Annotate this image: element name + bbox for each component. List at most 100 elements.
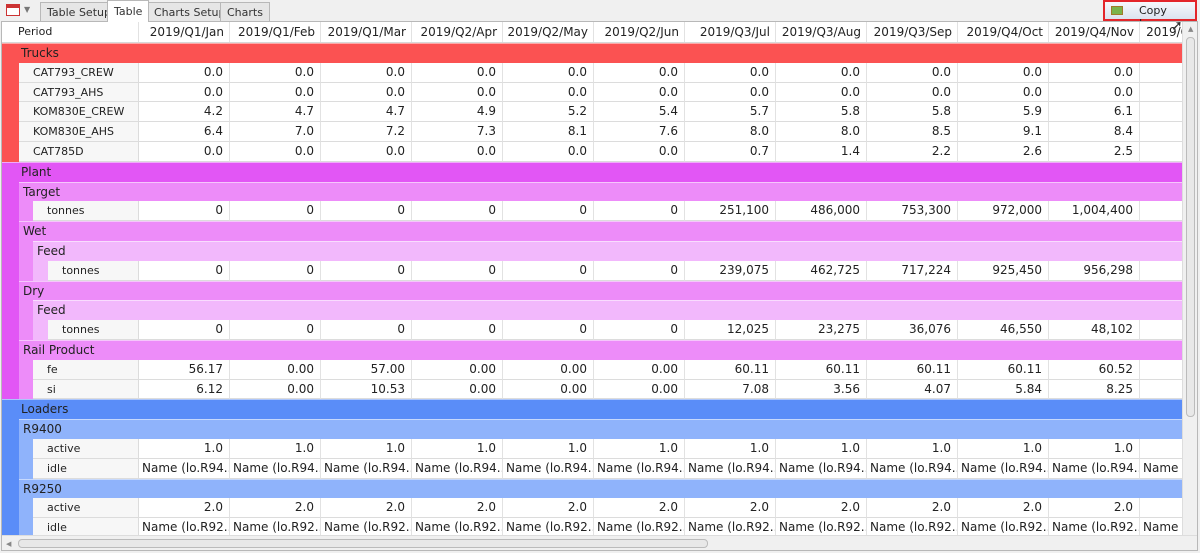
group-header-wet[interactable]: Wet [19,221,1182,241]
table-cell[interactable]: 0 [594,320,685,340]
table-cell[interactable]: 2.0 [685,498,776,519]
column-header[interactable]: 2019/Q4/Nov [1049,22,1140,42]
table-cell[interactable]: 0.0 [1049,82,1140,103]
vertical-scrollbar[interactable]: ▲ [1182,22,1197,535]
table-cell[interactable]: Name (lo.R94... [230,458,321,479]
table-cell[interactable]: 0.00 [503,379,594,400]
table-cell[interactable]: 0.0 [867,82,958,103]
table-cell[interactable]: 0 [230,260,321,281]
table-cell[interactable]: 2.0 [230,498,321,519]
table-cell[interactable]: 0.00 [503,359,594,380]
scroll-up-icon[interactable]: ▲ [1188,25,1193,33]
table-cell[interactable]: 753,300 [867,201,958,222]
group-header-feed[interactable]: Feed [33,300,1182,321]
table-cell[interactable]: 0.0 [958,82,1049,103]
table-cell[interactable]: 0 [503,320,594,340]
table-cell[interactable]: 1.0 [412,438,503,459]
table-cell[interactable]: 717,224 [867,260,958,281]
table-cell[interactable]: 2.0 [503,498,594,519]
table-cell[interactable]: 7.0 [230,122,321,142]
table-cell[interactable]: 0 [321,201,412,222]
table-cell[interactable]: 0 [594,260,685,281]
table-cell[interactable]: 5.8 [867,102,958,123]
table-cell[interactable]: 0.0 [230,82,321,103]
group-header-r9250[interactable]: R9250 [19,478,1182,499]
tab-table[interactable]: Table [107,0,150,22]
table-cell[interactable]: 0.0 [685,62,776,83]
column-header[interactable]: 2019/Q1/Feb [230,22,321,42]
table-cell[interactable]: Name (lo.R94... [594,458,685,479]
table-cell[interactable]: 6.4 [139,122,230,142]
table-cell[interactable]: 0.0 [503,82,594,103]
table-cell[interactable]: 1.0 [1049,438,1140,459]
column-header[interactable]: 2019/Q1/Jan [139,22,230,42]
table-cell[interactable]: Name (lo.R94... [503,458,594,479]
table-cell[interactable]: 4.9 [412,102,503,123]
table-cell[interactable]: 956,298 [1049,260,1140,281]
table-cell[interactable]: 7.08 [685,379,776,400]
group-header-dry[interactable]: Dry [19,280,1182,301]
table-cell[interactable]: 0 [230,320,321,340]
table-cell[interactable]: 0.0 [958,62,1049,83]
table-cell[interactable]: 0.0 [685,82,776,103]
table-cell[interactable]: 8.4 [1049,122,1140,142]
table-cell[interactable]: 0 [321,320,412,340]
table-cell[interactable]: 4.07 [867,379,958,400]
table-cell[interactable]: 239,075 [685,260,776,281]
table-cell[interactable]: 2.0 [139,498,230,519]
table-cell[interactable]: 0.0 [776,82,867,103]
vertical-scroll-thumb[interactable] [1186,37,1195,417]
table-cell[interactable]: 2.0 [321,498,412,519]
table-cell[interactable]: 0.7 [685,141,776,162]
table-cell[interactable]: 0.0 [503,62,594,83]
table-cell[interactable]: 10.53 [321,379,412,400]
table-cell[interactable]: 0.0 [594,62,685,83]
table-cell[interactable]: 2.0 [1049,498,1140,519]
table-cell[interactable]: 1.0 [594,438,685,459]
table-cell[interactable]: 2.0 [867,498,958,519]
table-cell[interactable]: 23,275 [776,320,867,340]
chevron-down-icon[interactable]: ▼ [24,5,30,14]
group-header-r9400[interactable]: R9400 [19,419,1182,439]
table-cell[interactable]: 7.6 [594,122,685,142]
table-cell[interactable]: 0.0 [139,141,230,162]
table-cell[interactable]: 60.11 [685,359,776,380]
table-cell[interactable]: 486,000 [776,201,867,222]
table-cell[interactable]: 4.7 [321,102,412,123]
table-cell[interactable]: 0 [230,201,321,222]
calendar-clock-icon[interactable] [6,4,20,16]
table-cell[interactable]: 0 [139,260,230,281]
table-cell[interactable]: 0 [503,260,594,281]
table-cell[interactable]: 6.1 [1049,102,1140,123]
group-header-loaders[interactable]: Loaders [2,399,1182,420]
table-cell[interactable]: 0.00 [412,379,503,400]
table-cell[interactable]: 9.1 [958,122,1049,142]
table-cell[interactable]: 0.0 [230,141,321,162]
table-cell[interactable]: 0 [412,320,503,340]
table-cell[interactable]: 1.0 [139,438,230,459]
column-header[interactable]: 2019/Q1/Mar [321,22,412,42]
column-header[interactable]: 2019/Q3/Sep [867,22,958,42]
table-cell[interactable]: 1.0 [958,438,1049,459]
table-cell[interactable]: 1.4 [776,141,867,162]
copy-image-button[interactable]: Copy Image [1103,0,1197,30]
column-header[interactable]: 2019/Q2/Apr [412,22,503,42]
table-cell[interactable]: 0.0 [776,62,867,83]
table-cell[interactable]: 12,025 [685,320,776,340]
table-cell[interactable]: 0.0 [594,141,685,162]
table-cell[interactable]: 1.0 [321,438,412,459]
table-cell[interactable]: 1.0 [776,438,867,459]
table-cell[interactable]: Name (lo.R94... [412,458,503,479]
column-header[interactable]: 2019/Q2/Jun [594,22,685,42]
scroll-left-icon[interactable]: ◀ [6,540,11,548]
table-cell[interactable]: 0.00 [230,379,321,400]
table-cell[interactable]: Name (lo.R94... [867,458,958,479]
table-cell[interactable]: 0.0 [321,62,412,83]
table-cell[interactable]: 0.0 [594,82,685,103]
table-cell[interactable]: 8.0 [776,122,867,142]
table-cell[interactable]: 0.0 [1049,62,1140,83]
table-cell[interactable]: 0.0 [230,62,321,83]
table-cell[interactable]: 0 [321,260,412,281]
table-cell[interactable]: 5.7 [685,102,776,123]
table-cell[interactable]: Name (lo.R94... [958,458,1049,479]
